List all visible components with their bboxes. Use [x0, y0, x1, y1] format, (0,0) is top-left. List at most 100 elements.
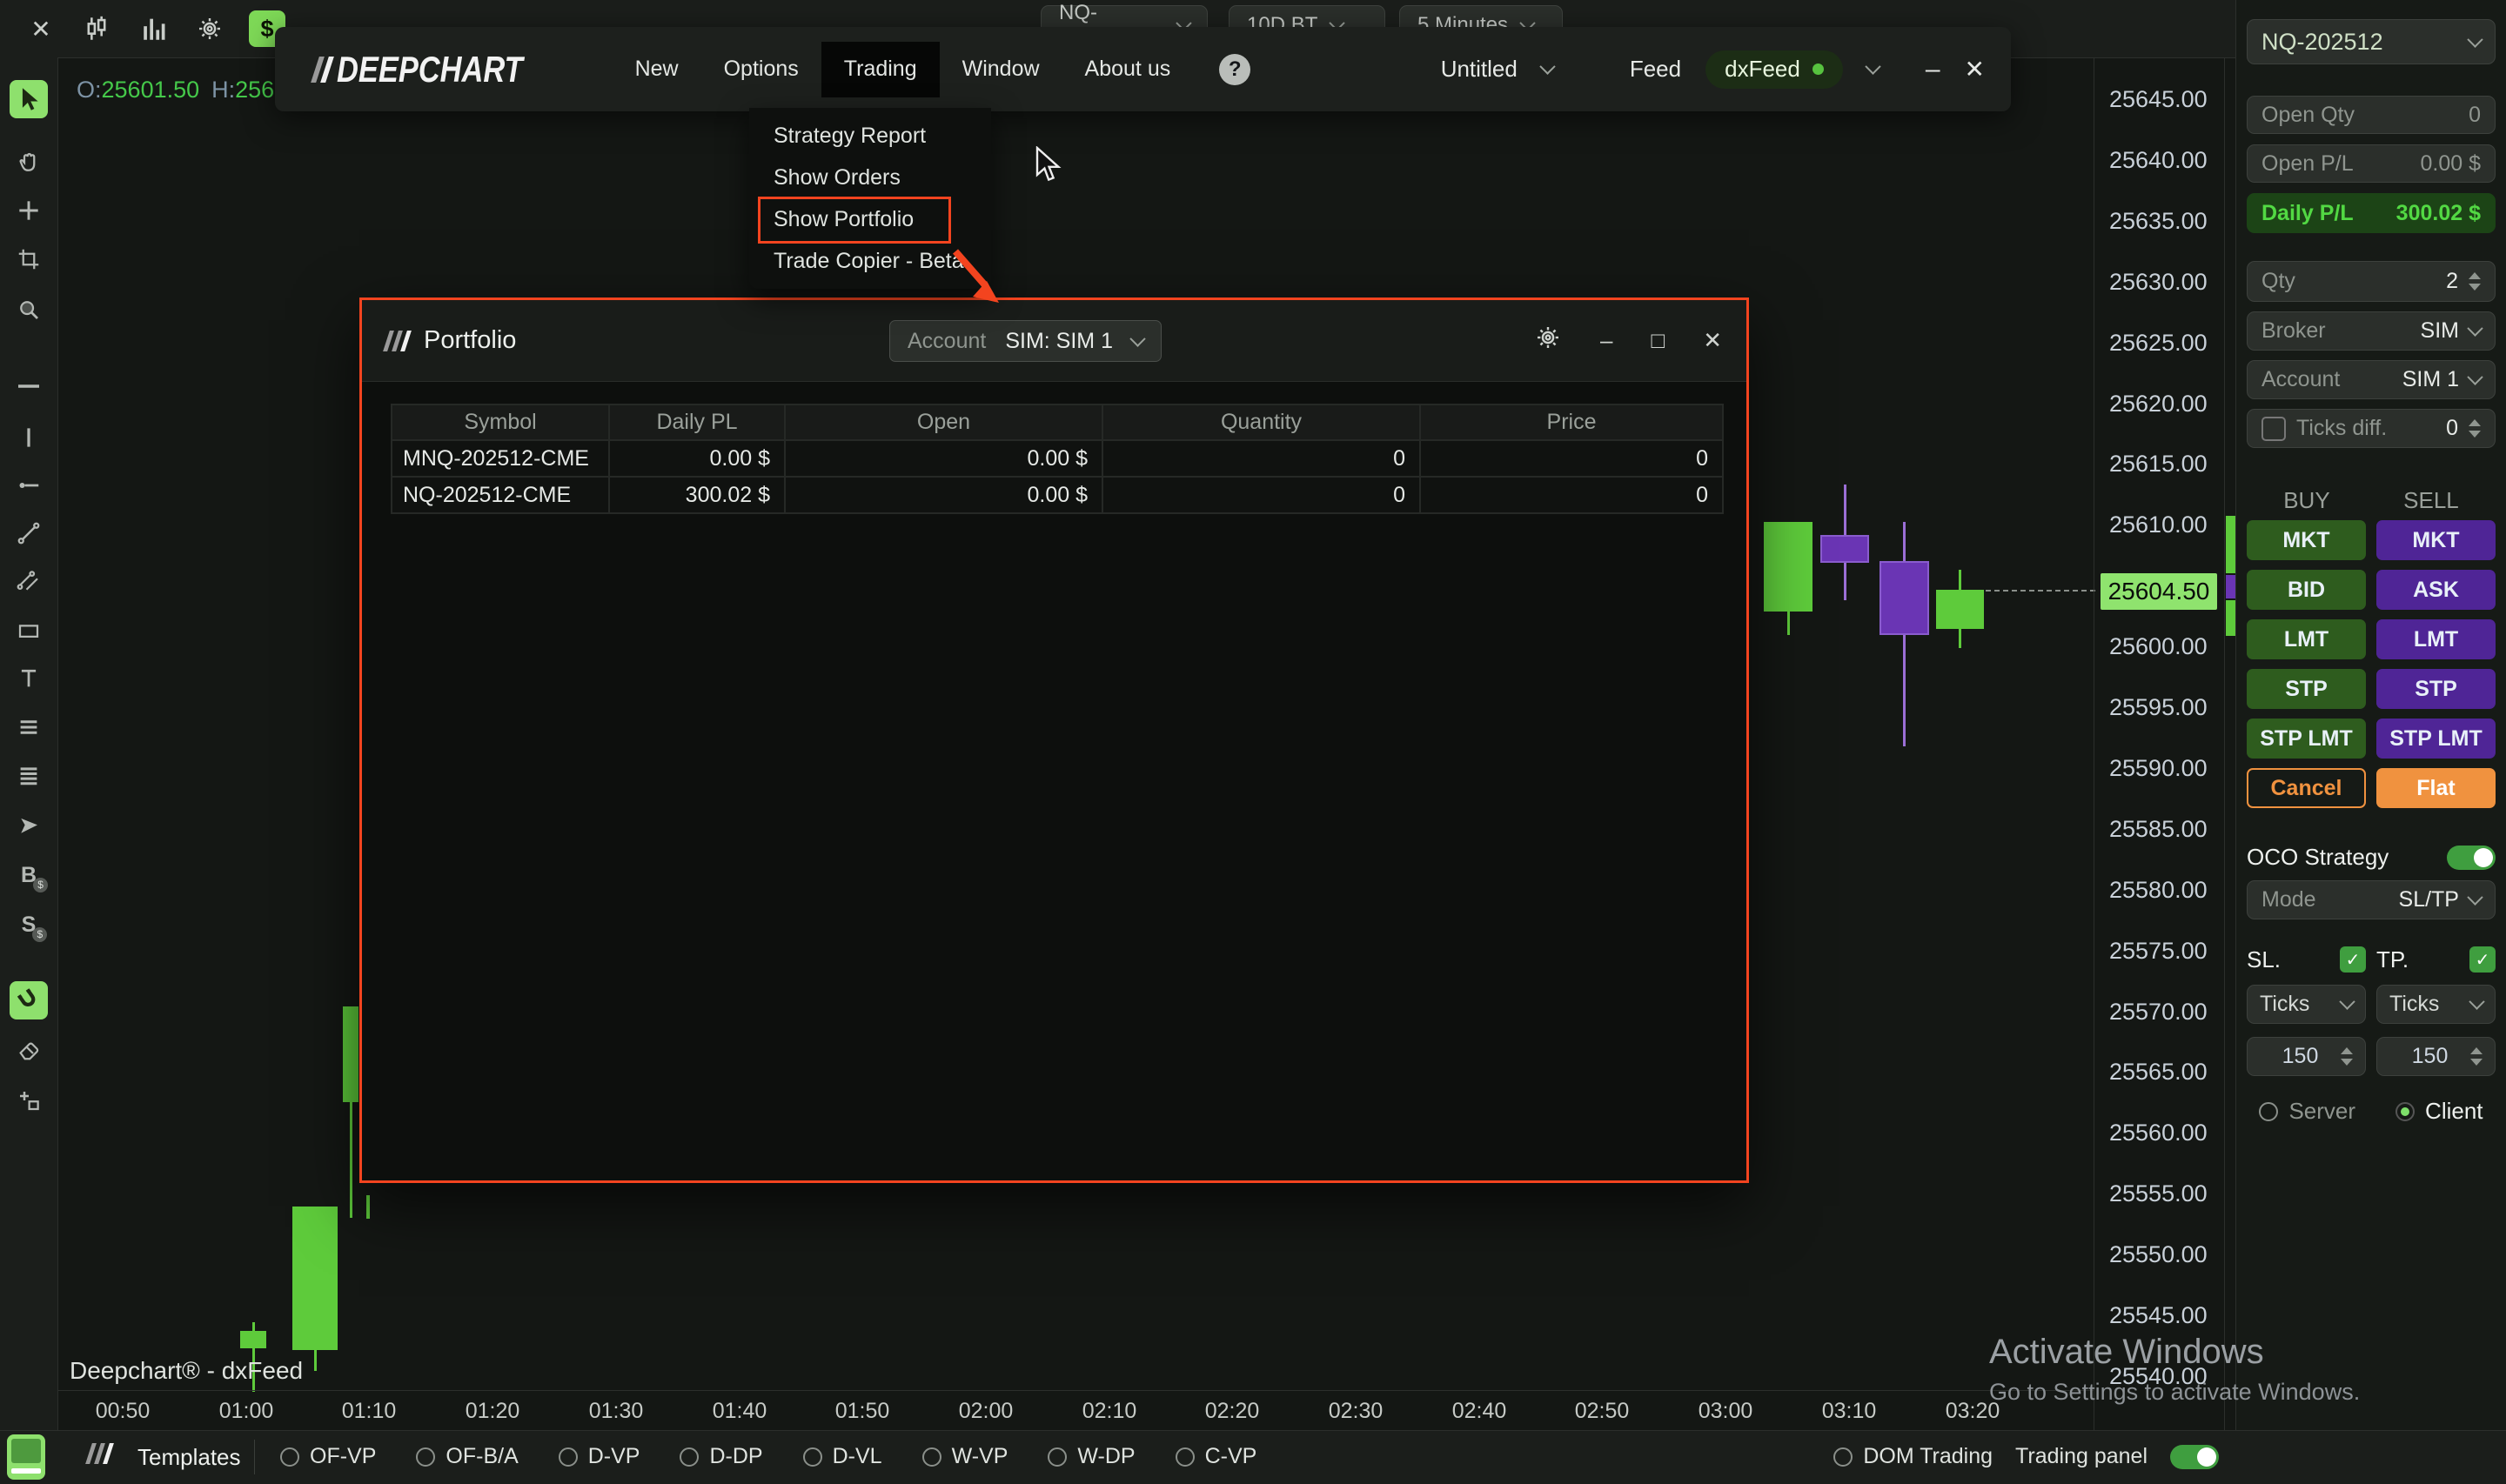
- radio-icon[interactable]: [803, 1447, 822, 1467]
- close-icon[interactable]: ✕: [23, 10, 59, 47]
- menu-item-about-us[interactable]: About us: [1062, 42, 1194, 97]
- menu-item-show-orders[interactable]: Show Orders: [749, 157, 991, 198]
- radio-icon[interactable]: [1048, 1447, 1067, 1467]
- sl-unit-select[interactable]: Ticks: [2247, 985, 2366, 1024]
- chevron-down-icon[interactable]: [1539, 58, 1555, 74]
- stepper-icon[interactable]: [2469, 272, 2481, 291]
- gear-icon[interactable]: [1534, 324, 1562, 358]
- template-option-d-vl[interactable]: D-VL: [803, 1444, 882, 1469]
- portfolio-account-select[interactable]: Account SIM: SIM 1: [889, 320, 1162, 362]
- tool-pointer[interactable]: [10, 80, 48, 118]
- tool-volume-profile[interactable]: [10, 757, 48, 795]
- sell-lmt-button[interactable]: LMT: [2376, 619, 2496, 659]
- menu-item-trading[interactable]: Trading: [821, 42, 940, 97]
- template-option-w-dp[interactable]: W-DP: [1048, 1444, 1135, 1469]
- radio-icon[interactable]: [922, 1447, 941, 1467]
- sell-stp-lmt-button[interactable]: STP LMT: [2376, 719, 2496, 759]
- template-option-d-vp[interactable]: D-VP: [559, 1444, 640, 1469]
- tool-hand[interactable]: [10, 144, 48, 182]
- tool-add-shape[interactable]: [10, 1081, 48, 1120]
- buy-mkt-button[interactable]: MKT: [2247, 520, 2366, 560]
- portfolio-titlebar[interactable]: Portfolio Account SIM: SIM 1 – □ ✕: [362, 300, 1746, 382]
- dom-trading-radio[interactable]: [1833, 1447, 1853, 1467]
- table-row[interactable]: NQ-202512-CME300.02 $0.00 $00: [392, 477, 1723, 513]
- column-header-symbol[interactable]: Symbol: [392, 404, 609, 440]
- minimize-button[interactable]: –: [1926, 55, 1940, 84]
- dom-panel-icon[interactable]: [7, 1434, 45, 1480]
- column-header-open[interactable]: Open: [785, 404, 1102, 440]
- table-row[interactable]: MNQ-202512-CME0.00 $0.00 $00: [392, 440, 1723, 477]
- tool-vertical-line[interactable]: [10, 418, 48, 457]
- column-header-daily-pl[interactable]: Daily PL: [609, 404, 785, 440]
- tool-crop[interactable]: [10, 240, 48, 278]
- radio-icon[interactable]: [1176, 1447, 1195, 1467]
- column-header-price[interactable]: Price: [1420, 404, 1723, 440]
- dom-trading-option[interactable]: DOM Trading: [1833, 1444, 1993, 1469]
- column-header-quantity[interactable]: Quantity: [1102, 404, 1420, 440]
- template-option-d-dp[interactable]: D-DP: [680, 1444, 762, 1469]
- settings-icon[interactable]: [191, 10, 228, 47]
- chevron-down-icon[interactable]: [1865, 58, 1880, 74]
- buy-bid-button[interactable]: BID: [2247, 570, 2366, 610]
- menu-item-strategy-report[interactable]: Strategy Report: [749, 115, 991, 157]
- flat-button[interactable]: Flat: [2376, 768, 2496, 808]
- server-radio[interactable]: [2259, 1102, 2278, 1121]
- buy-stp-button[interactable]: STP: [2247, 669, 2366, 709]
- buy-lmt-button[interactable]: LMT: [2247, 619, 2366, 659]
- template-option-c-vp[interactable]: C-VP: [1176, 1444, 1257, 1469]
- tool-horizontal-line[interactable]: [10, 367, 48, 405]
- layout-name[interactable]: Untitled: [1441, 56, 1518, 83]
- ticks-diff-checkbox[interactable]: [2261, 417, 2286, 441]
- menu-item-new[interactable]: New: [613, 42, 701, 97]
- tp-unit-select[interactable]: Ticks: [2376, 985, 2496, 1024]
- tool-zoom[interactable]: [10, 291, 48, 329]
- close-button[interactable]: ✕: [1965, 55, 1985, 84]
- tool-horizontal-ray[interactable]: [10, 466, 48, 505]
- ticks-diff-field[interactable]: Ticks diff. 0: [2247, 409, 2496, 448]
- tool-crosshair[interactable]: [10, 191, 48, 230]
- tp-value-stepper[interactable]: 150: [2376, 1037, 2496, 1076]
- minimize-button[interactable]: –: [1600, 327, 1612, 354]
- radio-icon[interactable]: [416, 1447, 435, 1467]
- sell-stp-button[interactable]: STP: [2376, 669, 2496, 709]
- tool-fib-levels[interactable]: [10, 708, 48, 746]
- radio-icon[interactable]: [280, 1447, 299, 1467]
- client-radio[interactable]: [2395, 1102, 2415, 1121]
- broker-select[interactable]: Broker SIM: [2247, 311, 2496, 351]
- templates-label[interactable]: Templates: [137, 1444, 241, 1471]
- account-select[interactable]: Account SIM 1: [2247, 360, 2496, 399]
- stepper-icon[interactable]: [2341, 1047, 2353, 1066]
- sl-checkbox[interactable]: ✓: [2340, 946, 2366, 973]
- menu-item-show-portfolio[interactable]: Show Portfolio: [749, 198, 991, 240]
- tool-rectangle[interactable]: [10, 612, 48, 650]
- time-axis[interactable]: 00:5001:0001:1001:2001:3001:4001:5002:00…: [57, 1390, 2094, 1432]
- cancel-button[interactable]: Cancel: [2247, 768, 2366, 808]
- tool-magnet[interactable]: [10, 981, 48, 1019]
- symbol-select[interactable]: NQ-202512: [2247, 19, 2496, 64]
- tool-text[interactable]: [10, 659, 48, 698]
- menu-item-trade-copier-beta[interactable]: Trade Copier - Beta: [749, 240, 991, 282]
- maximize-button[interactable]: □: [1651, 327, 1665, 354]
- bar-chart-icon[interactable]: [136, 10, 172, 47]
- tool-trend-line[interactable]: [10, 514, 48, 552]
- tp-checkbox[interactable]: ✓: [2469, 946, 2496, 973]
- candlestick-icon[interactable]: [78, 10, 115, 47]
- feed-status-pill[interactable]: dxFeed: [1705, 50, 1843, 89]
- trading-panel-toggle[interactable]: [2170, 1445, 2219, 1469]
- oco-strategy-toggle[interactable]: [2447, 846, 2496, 870]
- buy-stp-lmt-button[interactable]: STP LMT: [2247, 719, 2366, 759]
- sell-ask-button[interactable]: ASK: [2376, 570, 2496, 610]
- help-icon[interactable]: ?: [1219, 54, 1250, 85]
- menu-item-options[interactable]: Options: [701, 42, 821, 97]
- tool-sell-marker[interactable]: S$: [10, 906, 48, 944]
- template-option-w-vp[interactable]: W-VP: [922, 1444, 1008, 1469]
- template-option-of-b-a[interactable]: OF-B/A: [416, 1444, 518, 1469]
- stepper-icon[interactable]: [2470, 1047, 2483, 1066]
- tool-channel[interactable]: [10, 563, 48, 601]
- menu-item-window[interactable]: Window: [940, 42, 1062, 97]
- template-option-of-vp[interactable]: OF-VP: [280, 1444, 376, 1469]
- sl-value-stepper[interactable]: 150: [2247, 1037, 2366, 1076]
- tool-buy-marker[interactable]: B$: [10, 856, 48, 894]
- tool-eraser[interactable]: [10, 1030, 48, 1068]
- sell-mkt-button[interactable]: MKT: [2376, 520, 2496, 560]
